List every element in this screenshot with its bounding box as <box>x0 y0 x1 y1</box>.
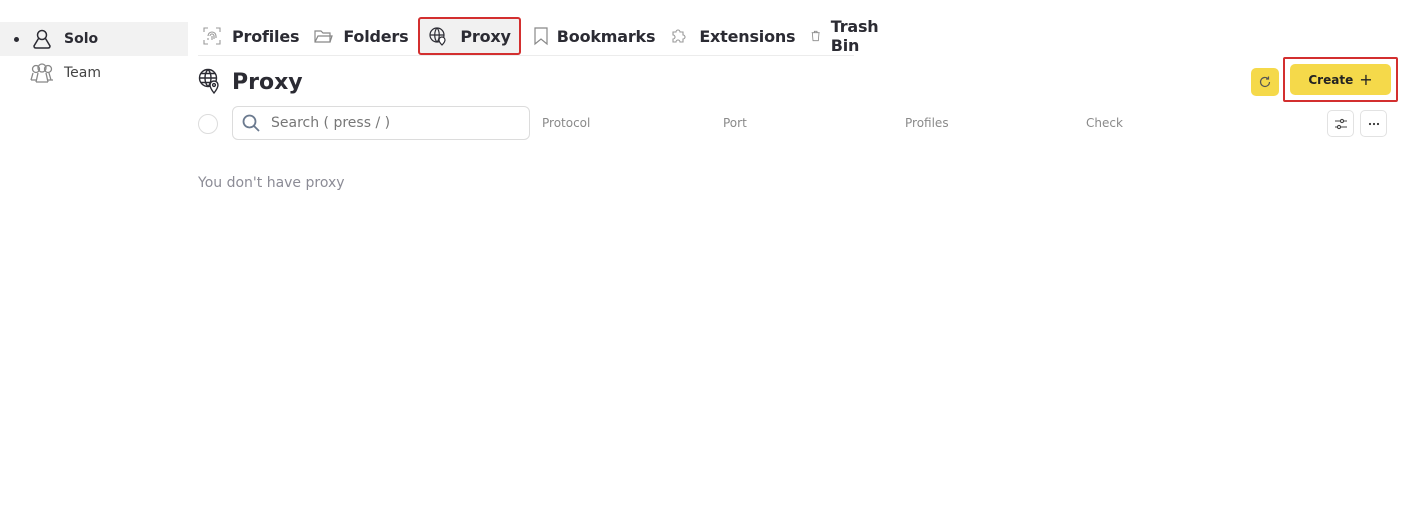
refresh-button[interactable] <box>1251 68 1279 96</box>
tab-label: Profiles <box>232 26 300 46</box>
globe-pin-icon <box>429 27 447 46</box>
tab-label: Bookmarks <box>556 26 656 46</box>
more-options-button[interactable] <box>1360 110 1387 137</box>
sidebar-item-team[interactable]: Team <box>0 56 188 90</box>
tab-label: Trash Bin <box>830 17 879 55</box>
create-button-inner: Create + <box>1290 64 1391 95</box>
sidebar-item-label: Solo <box>64 31 99 47</box>
folder-icon <box>314 30 334 43</box>
refresh-icon <box>1259 76 1271 88</box>
tab-label: Folders <box>343 26 409 46</box>
search-box[interactable] <box>232 106 530 140</box>
puzzle-icon <box>672 29 686 43</box>
column-header-profiles[interactable]: Profiles <box>905 116 949 130</box>
sidebar-item-label: Team <box>64 65 102 81</box>
tab-label: Extensions <box>699 26 796 46</box>
tab-extensions[interactable]: Extensions <box>665 19 799 53</box>
sidebar: Solo Team <box>0 22 188 90</box>
tab-profiles[interactable]: Profiles <box>198 19 303 53</box>
sidebar-item-solo[interactable]: Solo <box>0 22 188 56</box>
tab-label: Proxy <box>460 26 511 46</box>
column-header-port[interactable]: Port <box>723 116 747 130</box>
tab-bar: Profiles Folders Proxy Bookmarks Extensi… <box>198 17 879 56</box>
tab-proxy[interactable]: Proxy <box>418 17 521 55</box>
page-header: Proxy <box>198 68 303 96</box>
bookmark-icon <box>534 27 548 46</box>
search-icon <box>242 114 260 132</box>
tab-trash-bin[interactable]: Trash Bin <box>805 17 889 55</box>
filter-settings-button[interactable] <box>1327 110 1354 137</box>
users-icon <box>30 63 53 83</box>
page-title: Proxy <box>232 69 303 95</box>
tab-folders[interactable]: Folders <box>309 19 412 53</box>
create-button[interactable]: Create + <box>1283 57 1398 102</box>
trash-icon <box>812 30 821 42</box>
select-all-checkbox[interactable] <box>198 114 218 134</box>
user-icon <box>33 29 51 49</box>
search-input[interactable] <box>269 114 513 132</box>
sliders-icon <box>1334 118 1347 129</box>
more-icon <box>1368 122 1379 125</box>
column-header-protocol[interactable]: Protocol <box>542 116 590 130</box>
plus-icon: + <box>1359 70 1373 89</box>
empty-state-message: You don't have proxy <box>198 175 345 191</box>
globe-pin-icon <box>198 68 219 95</box>
create-label: Create <box>1308 72 1354 87</box>
active-dot <box>14 37 19 42</box>
fingerprint-icon <box>203 27 221 45</box>
tab-bookmarks[interactable]: Bookmarks <box>527 19 660 53</box>
column-header-check[interactable]: Check <box>1086 116 1123 130</box>
